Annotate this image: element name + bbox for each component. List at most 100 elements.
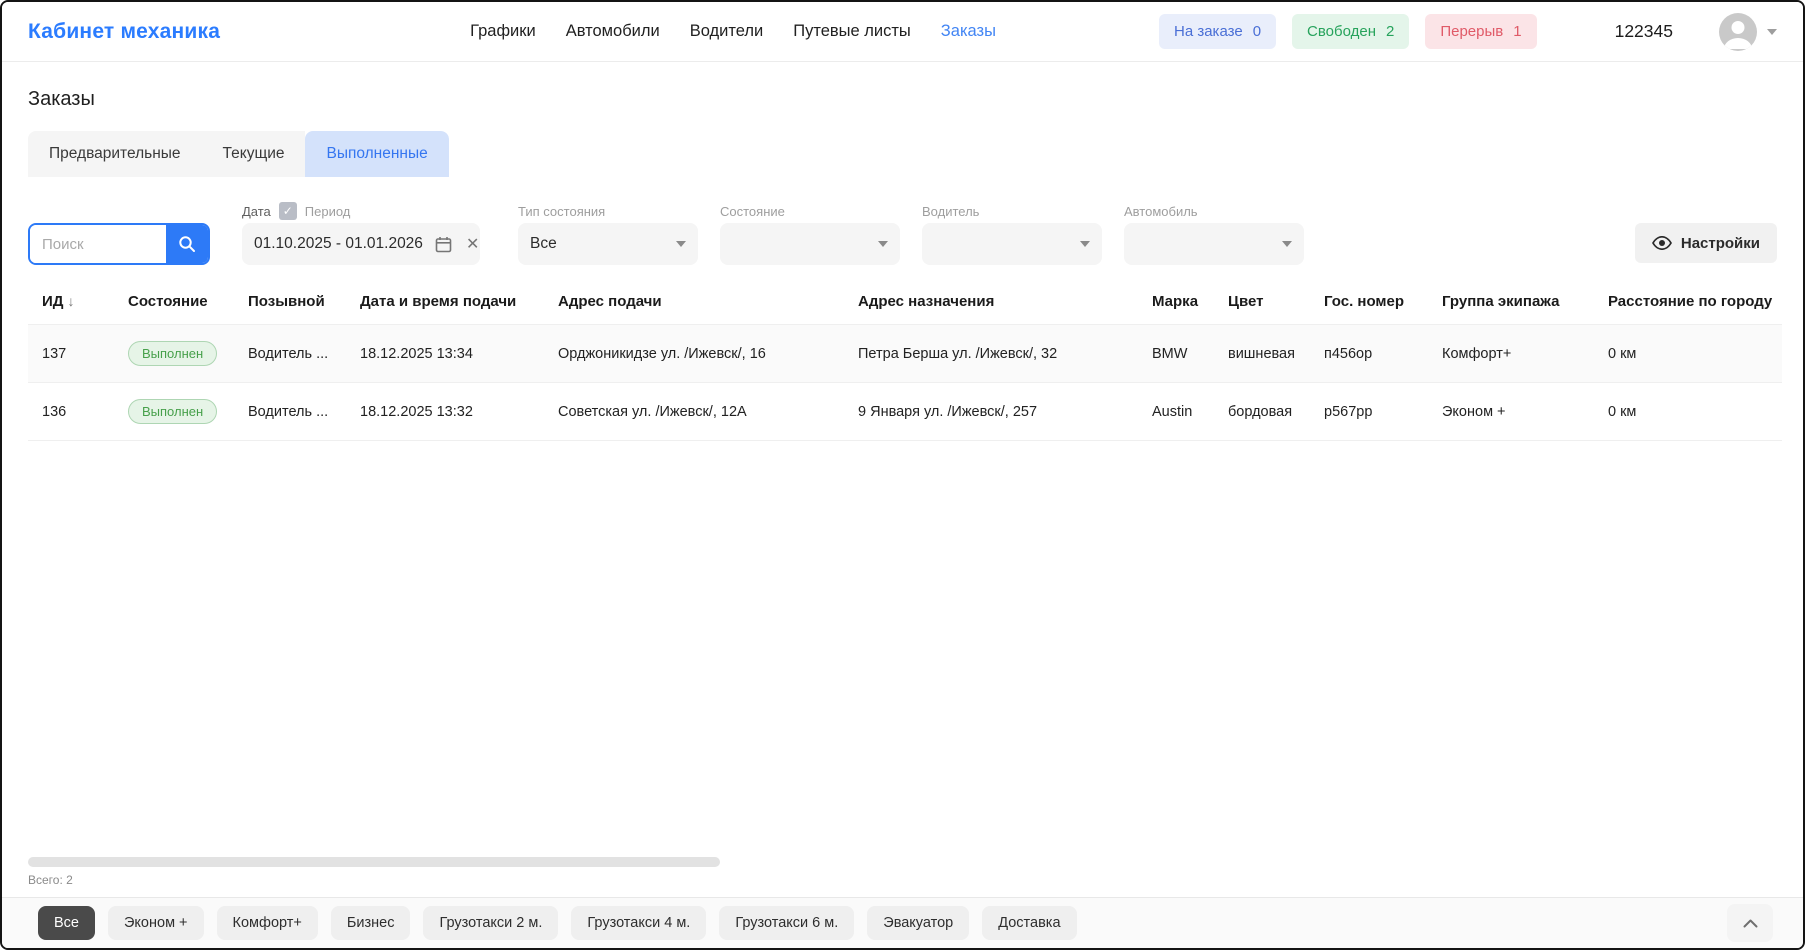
cell-callsign: Водитель ... bbox=[240, 325, 352, 383]
cell-brand: BMW bbox=[1144, 325, 1220, 383]
col-header-destination[interactable]: Адрес назначения bbox=[850, 279, 1144, 325]
cell-datetime: 18.12.2025 13:32 bbox=[352, 383, 550, 441]
avatar[interactable] bbox=[1719, 13, 1757, 51]
tab-preliminary[interactable]: Предварительные bbox=[28, 131, 202, 177]
main-nav: Графики Автомобили Водители Путевые лист… bbox=[470, 22, 996, 41]
top-header: Кабинет механика Графики Автомобили Води… bbox=[2, 2, 1803, 62]
car-select[interactable] bbox=[1124, 223, 1304, 265]
cell-pickup: Советская ул. /Ижевск/, 12А bbox=[550, 383, 850, 441]
settings-button-label: Настройки bbox=[1681, 235, 1760, 252]
table-row[interactable]: 136 Выполнен Водитель ... 18.12.2025 13:… bbox=[28, 383, 1782, 441]
chip-business[interactable]: Бизнес bbox=[331, 906, 411, 940]
nav-item-waybills[interactable]: Путевые листы bbox=[793, 22, 911, 41]
cell-distance: 0 км bbox=[1600, 383, 1782, 441]
state-type-filter: Тип состояния Все bbox=[518, 199, 698, 265]
chip-delivery[interactable]: Доставка bbox=[982, 906, 1076, 940]
search-box bbox=[28, 223, 210, 265]
nav-item-graphics[interactable]: Графики bbox=[470, 22, 536, 41]
col-header-id[interactable]: ИД↓ bbox=[28, 279, 120, 325]
state-filter: Состояние bbox=[720, 199, 900, 265]
chip-cargo-6m[interactable]: Грузотакси 6 м. bbox=[719, 906, 854, 940]
cell-destination: 9 Января ул. /Ижевск/, 257 bbox=[850, 383, 1144, 441]
content-spacer bbox=[28, 441, 1777, 857]
col-header-crew-group[interactable]: Группа экипажа bbox=[1434, 279, 1600, 325]
nav-item-cars[interactable]: Автомобили bbox=[566, 22, 660, 41]
cell-color: бордовая bbox=[1220, 383, 1316, 441]
state-type-value: Все bbox=[530, 235, 557, 253]
car-filter: Автомобиль bbox=[1124, 199, 1304, 265]
search-button[interactable] bbox=[166, 225, 208, 263]
date-range-value[interactable]: 01.10.2025 - 01.01.2026 bbox=[254, 235, 423, 253]
chevron-down-icon bbox=[1080, 241, 1090, 247]
date-range-field[interactable]: 01.10.2025 - 01.01.2026 ✕ bbox=[242, 223, 480, 265]
app-window: Кабинет механика Графики Автомобили Води… bbox=[0, 0, 1805, 950]
cell-id: 136 bbox=[28, 383, 120, 441]
table-row[interactable]: 137 Выполнен Водитель ... 18.12.2025 13:… bbox=[28, 325, 1782, 383]
filter-bar: Дата ✓ Период 01.10.2025 - 01.01.2026 bbox=[28, 199, 1777, 265]
search-input[interactable] bbox=[30, 225, 166, 263]
horizontal-scrollbar[interactable] bbox=[28, 857, 720, 867]
col-header-status[interactable]: Состояние bbox=[120, 279, 240, 325]
badge-on-order[interactable]: На заказе 0 bbox=[1159, 14, 1276, 49]
settings-button[interactable]: Настройки bbox=[1635, 223, 1777, 263]
cell-brand: Austin bbox=[1144, 383, 1220, 441]
badge-free-count: 2 bbox=[1386, 23, 1394, 40]
col-header-brand[interactable]: Марка bbox=[1144, 279, 1220, 325]
app-logo[interactable]: Кабинет механика bbox=[28, 20, 220, 44]
chip-cargo-2m[interactable]: Грузотакси 2 м. bbox=[423, 906, 558, 940]
badge-break-count: 1 bbox=[1513, 23, 1521, 40]
search-icon bbox=[178, 235, 196, 253]
col-header-color[interactable]: Цвет bbox=[1220, 279, 1316, 325]
chip-evacuator[interactable]: Эвакуатор bbox=[867, 906, 969, 940]
status-badge: Выполнен bbox=[128, 399, 217, 424]
calendar-button[interactable] bbox=[433, 234, 454, 255]
header-right-group: На заказе 0 Свободен 2 Перерыв 1 122345 bbox=[1143, 13, 1777, 51]
orders-table: ИД↓ Состояние Позывной Дата и время пода… bbox=[28, 279, 1782, 441]
col-header-datetime[interactable]: Дата и время подачи bbox=[352, 279, 550, 325]
close-icon: ✕ bbox=[466, 234, 479, 254]
collapse-footer-button[interactable] bbox=[1727, 904, 1773, 942]
crew-group-footer: Все Эконом + Комфорт+ Бизнес Грузотакси … bbox=[2, 897, 1803, 948]
order-tabs: Предварительные Текущие Выполненные bbox=[28, 131, 449, 177]
chip-all[interactable]: Все bbox=[38, 906, 95, 940]
nav-item-orders[interactable]: Заказы bbox=[941, 22, 996, 41]
chevron-down-icon[interactable] bbox=[1767, 29, 1777, 35]
sort-desc-icon: ↓ bbox=[67, 293, 74, 309]
tab-completed[interactable]: Выполненные bbox=[305, 131, 448, 177]
cell-crew-group: Эконом + bbox=[1434, 383, 1600, 441]
col-header-pickup[interactable]: Адрес подачи bbox=[550, 279, 850, 325]
cell-color: вишневая bbox=[1220, 325, 1316, 383]
clear-date-button[interactable]: ✕ bbox=[464, 232, 481, 256]
main-content: Заказы Предварительные Текущие Выполненн… bbox=[2, 62, 1803, 897]
page-title: Заказы bbox=[28, 88, 1777, 111]
cell-destination: Петра Берша ул. /Ижевск/, 32 bbox=[850, 325, 1144, 383]
user-menu[interactable] bbox=[1719, 13, 1777, 51]
badge-on-order-count: 0 bbox=[1253, 23, 1261, 40]
nav-item-drivers[interactable]: Водители bbox=[690, 22, 764, 41]
driver-label: Водитель bbox=[922, 204, 979, 219]
cell-crew-group: Комфорт+ bbox=[1434, 325, 1600, 383]
chip-comfort[interactable]: Комфорт+ bbox=[217, 906, 318, 940]
badge-break[interactable]: Перерыв 1 bbox=[1425, 14, 1536, 49]
person-icon bbox=[1719, 13, 1757, 51]
tab-current[interactable]: Текущие bbox=[202, 131, 306, 177]
col-header-plate[interactable]: Гос. номер bbox=[1316, 279, 1434, 325]
chevron-down-icon bbox=[878, 241, 888, 247]
state-type-label: Тип состояния bbox=[518, 204, 605, 219]
date-filter-group: Дата ✓ Период 01.10.2025 - 01.01.2026 bbox=[242, 199, 480, 265]
badge-free[interactable]: Свободен 2 bbox=[1292, 14, 1409, 49]
col-header-callsign[interactable]: Позывной bbox=[240, 279, 352, 325]
cell-plate: р567рр bbox=[1316, 383, 1434, 441]
chip-econom[interactable]: Эконом + bbox=[108, 906, 204, 940]
period-checkbox[interactable]: ✓ bbox=[279, 202, 297, 220]
chevron-down-icon bbox=[1282, 241, 1292, 247]
date-label: Дата bbox=[242, 204, 271, 219]
state-type-select[interactable]: Все bbox=[518, 223, 698, 265]
state-select[interactable] bbox=[720, 223, 900, 265]
col-header-distance[interactable]: Расстояние по городу bbox=[1600, 279, 1782, 325]
search-group bbox=[28, 199, 210, 265]
driver-select[interactable] bbox=[922, 223, 1102, 265]
badge-free-label: Свободен bbox=[1307, 23, 1376, 40]
cell-callsign: Водитель ... bbox=[240, 383, 352, 441]
chip-cargo-4m[interactable]: Грузотакси 4 м. bbox=[571, 906, 706, 940]
